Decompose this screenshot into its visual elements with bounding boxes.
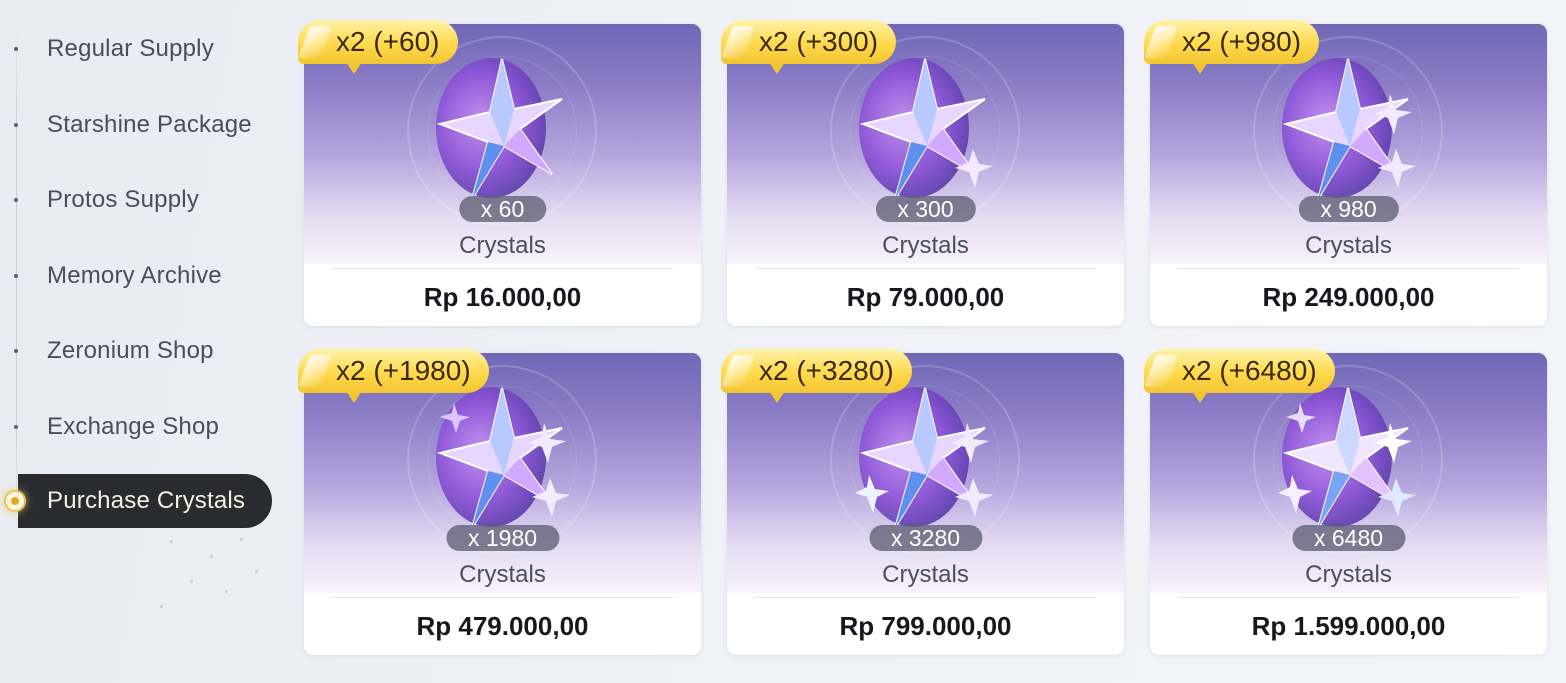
bonus-tag: x2 (+6480)	[1144, 349, 1335, 403]
sidebar-item-label: Regular Supply	[47, 35, 214, 62]
bullet-icon	[14, 47, 18, 51]
sidebar-item-label: Purchase Crystals	[47, 487, 246, 514]
divider	[1178, 597, 1519, 598]
bonus-tag: x2 (+980)	[1144, 20, 1320, 74]
quantity-badge: x 6480	[1291, 525, 1406, 551]
divider	[755, 597, 1096, 598]
divider	[755, 268, 1096, 269]
quantity-badge: x 980	[1298, 196, 1399, 222]
product-name: Crystals	[1305, 232, 1392, 259]
quantity-badge: x 300	[875, 196, 976, 222]
product-price: Rp 79.000,00	[846, 282, 1005, 312]
bullet-icon	[14, 198, 18, 202]
bullet-icon	[14, 274, 18, 278]
sidebar-item-label: Protos Supply	[47, 186, 200, 213]
bullet-icon	[14, 349, 18, 353]
product-card[interactable]: x2 (+300) x 300 Crystals Rp 79.000,00	[721, 20, 1124, 326]
product-card[interactable]: x2 (+60) x 60 Crystals Rp 16.000,00	[298, 20, 701, 326]
crystal-cluster-icon	[1278, 387, 1416, 529]
product-card[interactable]: x2 (+6480) x 6480 Crystals Rp 1.599.000,…	[1144, 349, 1547, 655]
product-card[interactable]: x2 (+3280) x 3280 Crystals Rp 799.000,00	[721, 349, 1124, 655]
sidebar-item-purchase-crystals[interactable]: Purchase Crystals	[18, 474, 272, 528]
bonus-tag: x2 (+60)	[298, 20, 458, 74]
quantity-badge: x 3280	[868, 525, 983, 551]
sidebar-item-protos-supply[interactable]: Protos Supply	[0, 173, 272, 227]
quantity-badge: x 60	[458, 196, 547, 222]
sidebar-item-starshine-package[interactable]: Starshine Package	[0, 98, 272, 152]
crystal-cluster-icon	[436, 387, 570, 529]
crystal-cluster-icon	[855, 387, 993, 529]
crystal-cluster-icon	[859, 58, 993, 200]
bonus-tag: x2 (+1980)	[298, 349, 489, 403]
bonus-tag: x2 (+300)	[721, 20, 897, 74]
product-price: Rp 1.599.000,00	[1251, 611, 1446, 641]
sidebar-item-regular-supply[interactable]: Regular Supply	[0, 22, 272, 76]
product-name: Crystals	[1305, 561, 1392, 588]
divider	[332, 597, 673, 598]
decorative-speckles	[150, 530, 270, 620]
selected-indicator-icon	[4, 490, 26, 512]
bonus-tag: x2 (+3280)	[721, 349, 912, 403]
product-card[interactable]: x2 (+1980) x 1980 Crystals Rp 479.000,00	[298, 349, 701, 655]
product-name: Crystals	[459, 561, 546, 588]
bullet-icon	[14, 425, 18, 429]
crystal-cluster-icon	[436, 58, 563, 200]
product-name: Crystals	[882, 232, 969, 259]
sidebar-item-memory-archive[interactable]: Memory Archive	[0, 249, 272, 303]
product-price: Rp 16.000,00	[423, 282, 582, 312]
sidebar-item-label: Zeronium Shop	[47, 337, 214, 364]
divider	[1178, 268, 1519, 269]
product-name: Crystals	[882, 561, 969, 588]
divider	[332, 268, 673, 269]
product-price: Rp 799.000,00	[839, 611, 1012, 641]
product-card[interactable]: x2 (+980) x 980 Crystals Rp 249.000,00	[1144, 20, 1547, 326]
bullet-icon	[14, 123, 18, 127]
product-price: Rp 249.000,00	[1262, 282, 1435, 312]
crystal-cluster-icon	[1282, 58, 1416, 200]
sidebar-item-exchange-shop[interactable]: Exchange Shop	[0, 400, 272, 454]
product-name: Crystals	[459, 232, 546, 259]
category-sidebar: Regular Supply Starshine Package Protos …	[0, 0, 290, 683]
sidebar-item-label: Starshine Package	[47, 111, 252, 138]
quantity-badge: x 1980	[445, 525, 560, 551]
product-price: Rp 479.000,00	[416, 611, 589, 641]
sidebar-item-label: Memory Archive	[47, 262, 222, 289]
sidebar-item-zeronium-shop[interactable]: Zeronium Shop	[0, 324, 272, 378]
sidebar-item-label: Exchange Shop	[47, 413, 220, 440]
